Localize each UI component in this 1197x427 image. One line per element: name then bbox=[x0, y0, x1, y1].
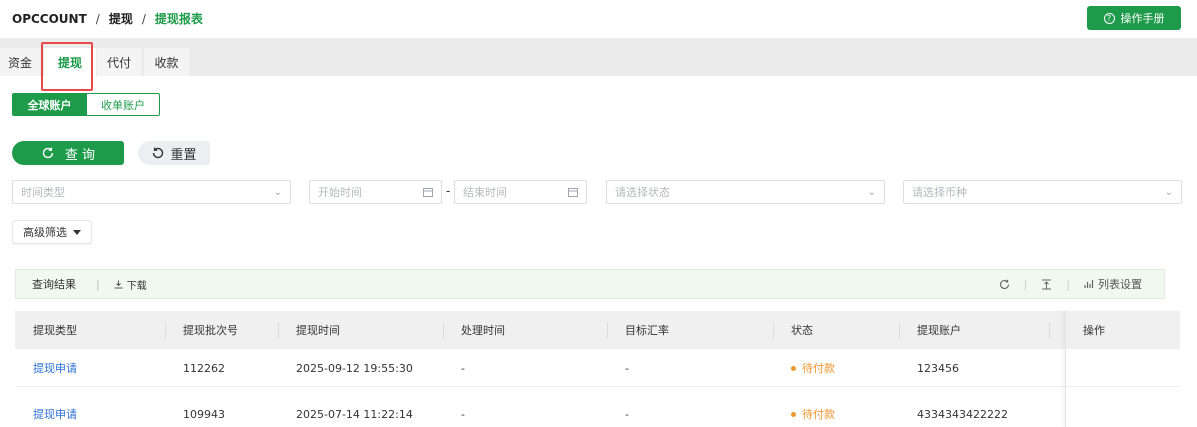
breadcrumb-withdraw[interactable]: 提现 bbox=[109, 10, 133, 27]
col-header: 状态 bbox=[791, 324, 813, 337]
breadcrumb-root[interactable]: OPCCOUNT bbox=[12, 12, 87, 26]
column-settings-button[interactable]: 列表设置 bbox=[1084, 276, 1142, 292]
status-text: 待付款 bbox=[802, 408, 835, 421]
table-row: 提现申请 112262 2025-09-12 19:55:30 - - 待付款 … bbox=[15, 349, 1180, 387]
withdraw-account: 4334343422222 bbox=[917, 407, 1008, 421]
download-label: 下载 bbox=[126, 280, 147, 292]
col-divider bbox=[773, 322, 774, 339]
status-badge: 待付款 bbox=[791, 349, 835, 387]
calendar-icon bbox=[568, 188, 578, 197]
status-badge: 待付款 bbox=[791, 395, 835, 427]
manual-button[interactable]: ? 操作手册 bbox=[1087, 6, 1181, 30]
col-divider bbox=[443, 322, 444, 339]
reset-button[interactable]: 重置 bbox=[138, 141, 210, 165]
refresh-search-icon bbox=[42, 147, 54, 159]
toolbar-divider: | bbox=[1023, 277, 1028, 291]
time-type-select[interactable]: 时间类型 ⌄ bbox=[12, 180, 291, 204]
withdraw-time: 2025-07-14 11:22:14 bbox=[296, 407, 413, 421]
query-button[interactable]: 查 询 bbox=[12, 141, 124, 165]
advanced-filter-label: 高级筛选 bbox=[23, 226, 67, 239]
tab-label: 收款 bbox=[154, 55, 179, 70]
date-range-separator: - bbox=[446, 184, 451, 198]
start-time-placeholder: 开始时间 bbox=[318, 186, 362, 199]
result-toolbar: 查询结果 | 下载 | | 列表设置 bbox=[15, 269, 1165, 299]
end-time-placeholder: 结束时间 bbox=[463, 186, 507, 199]
processed-time: - bbox=[461, 407, 465, 421]
col-divider bbox=[278, 322, 279, 339]
col-header: 提现类型 bbox=[33, 324, 77, 337]
reset-icon bbox=[153, 147, 164, 159]
start-time-input[interactable]: 开始时间 bbox=[309, 180, 442, 204]
time-type-placeholder: 时间类型 bbox=[21, 186, 65, 199]
col-divider bbox=[165, 322, 166, 339]
help-icon: ? bbox=[1103, 12, 1115, 24]
status-select[interactable]: 请选择状态 ⌄ bbox=[606, 180, 885, 204]
col-header: 提现批次号 bbox=[183, 324, 238, 337]
column-settings-label: 列表设置 bbox=[1098, 278, 1142, 291]
toolbar-divider: | bbox=[1066, 277, 1070, 291]
chevron-down-icon: ⌄ bbox=[867, 186, 876, 198]
processed-time: - bbox=[461, 361, 465, 375]
reset-button-label: 重置 bbox=[170, 147, 197, 163]
currency-placeholder: 请选择币种 bbox=[912, 186, 967, 199]
breadcrumb-separator: / bbox=[95, 11, 100, 26]
batch-number: 112262 bbox=[183, 361, 225, 375]
status-placeholder: 请选择状态 bbox=[615, 186, 670, 199]
segment-acquiring-account[interactable]: 收单账户 bbox=[86, 93, 160, 116]
tab-label: 代付 bbox=[106, 55, 131, 70]
col-divider bbox=[607, 322, 608, 339]
tab-collection[interactable]: 收款 bbox=[144, 48, 189, 76]
status-text: 待付款 bbox=[802, 362, 835, 375]
query-button-label: 查 询 bbox=[64, 147, 96, 163]
tab-funds[interactable]: 资金 bbox=[0, 48, 40, 76]
calendar-icon bbox=[423, 188, 433, 197]
toolbar-actions: | | 列表设置 bbox=[999, 270, 1142, 298]
table-header: 提现类型 提现批次号 提现时间 处理时间 目标汇率 状态 提现账户 操作 bbox=[15, 311, 1180, 349]
col-header: 处理时间 bbox=[461, 324, 505, 337]
result-title: 查询结果 bbox=[32, 278, 76, 291]
breadcrumb-separator: / bbox=[141, 11, 146, 26]
tab-payout[interactable]: 代付 bbox=[97, 48, 141, 76]
tab-label: 提现 bbox=[57, 55, 82, 70]
download-button[interactable]: 下载 bbox=[114, 277, 147, 292]
col-header: 目标汇率 bbox=[625, 324, 669, 337]
col-header: 操作 bbox=[1083, 324, 1105, 337]
batch-number: 109943 bbox=[183, 407, 225, 421]
toolbar-divider: | bbox=[96, 277, 100, 291]
caret-down-icon bbox=[73, 229, 81, 235]
status-dot bbox=[791, 411, 796, 417]
target-rate: - bbox=[625, 407, 629, 421]
breadcrumb-current: 提现报表 bbox=[154, 12, 203, 26]
status-dot bbox=[791, 365, 796, 371]
col-header: 提现账户 bbox=[917, 324, 961, 337]
col-header: 提现时间 bbox=[296, 324, 340, 337]
table-row: 提现申请 109943 2025-07-14 11:22:14 - - 待付款 … bbox=[15, 388, 1180, 427]
col-divider bbox=[1049, 322, 1050, 339]
bar-chart-icon bbox=[1084, 280, 1094, 288]
chevron-down-icon: ⌄ bbox=[1164, 186, 1173, 198]
manual-button-label: 操作手册 bbox=[1120, 12, 1165, 25]
download-icon bbox=[114, 280, 123, 288]
breadcrumb: OPCCOUNT / 提现 / 提现报表 bbox=[12, 10, 203, 27]
advanced-filter-button[interactable]: 高级筛选 bbox=[12, 220, 92, 244]
withdraw-type-link[interactable]: 提现申请 bbox=[33, 395, 77, 427]
segment-global-account[interactable]: 全球账户 bbox=[12, 93, 87, 116]
scroll-top-icon[interactable] bbox=[1041, 279, 1052, 290]
refresh-icon[interactable] bbox=[999, 279, 1010, 290]
tab-bar: 资金 提现 代付 收款 bbox=[0, 38, 1197, 76]
top-header: OPCCOUNT / 提现 / 提现报表 ? 操作手册 bbox=[0, 0, 1197, 38]
tab-label: 资金 bbox=[7, 55, 32, 70]
col-divider bbox=[899, 322, 900, 339]
target-rate: - bbox=[625, 361, 629, 375]
withdraw-type-link[interactable]: 提现申请 bbox=[33, 349, 77, 387]
end-time-input[interactable]: 结束时间 bbox=[454, 180, 587, 204]
currency-select[interactable]: 请选择币种 ⌄ bbox=[903, 180, 1182, 204]
withdraw-account: 123456 bbox=[917, 361, 959, 375]
chevron-down-icon: ⌄ bbox=[273, 186, 282, 198]
withdraw-time: 2025-09-12 19:55:30 bbox=[296, 361, 413, 375]
tab-withdraw[interactable]: 提现 bbox=[44, 48, 96, 76]
